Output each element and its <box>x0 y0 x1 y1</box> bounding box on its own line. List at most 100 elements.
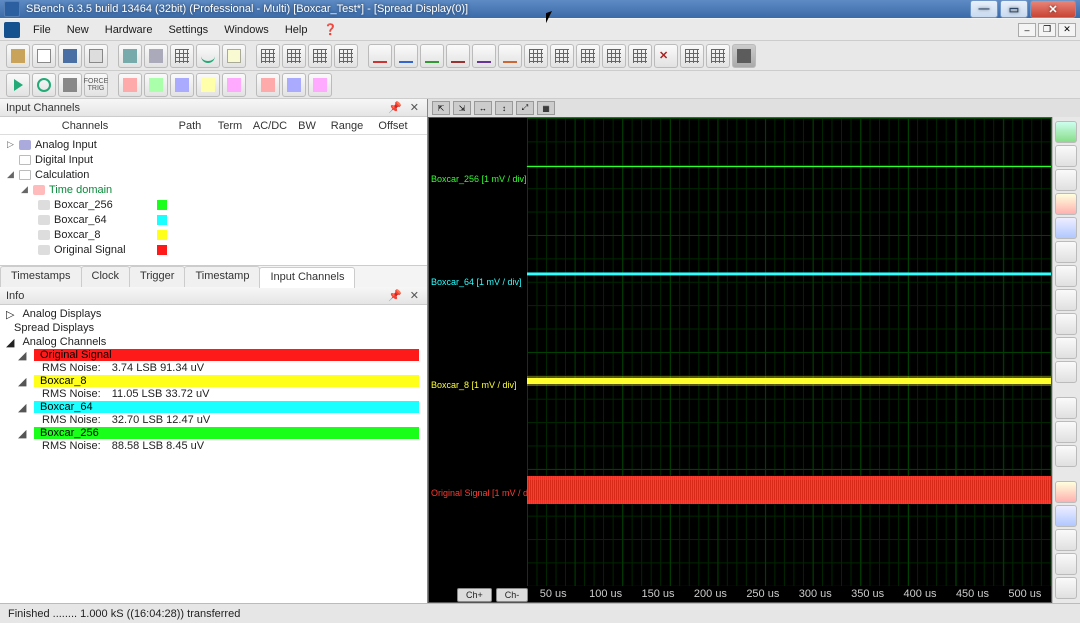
tool-wave3-icon[interactable] <box>420 44 444 68</box>
info-analog-channels[interactable]: ◢Analog Channels <box>0 335 427 349</box>
info-bar-boxcar64[interactable]: ◢Boxcar_64 <box>34 401 419 413</box>
tree-signal-boxcar64[interactable]: Boxcar_64 <box>0 212 427 227</box>
tree-digital-input[interactable]: Digital Input <box>0 152 427 167</box>
tree-signal-boxcar8[interactable]: Boxcar_8 <box>0 227 427 242</box>
tree-calculation[interactable]: ◢Calculation <box>0 167 427 182</box>
tool-delete-icon[interactable]: ✕ <box>654 44 678 68</box>
tool-a2-icon[interactable] <box>144 73 168 97</box>
tool-a1-icon[interactable] <box>118 73 142 97</box>
tool-layout5-icon[interactable] <box>628 44 652 68</box>
rt-measure-icon[interactable] <box>1055 313 1077 335</box>
info-analog-displays[interactable]: ▷Analog Displays <box>0 307 427 321</box>
tool-a3-icon[interactable] <box>170 73 194 97</box>
col-range[interactable]: Range <box>324 120 370 132</box>
tool-layout2-icon[interactable] <box>550 44 574 68</box>
tool-open-icon[interactable] <box>6 44 30 68</box>
rt-cursorB-icon[interactable] <box>1055 217 1077 239</box>
tool-b1-icon[interactable] <box>256 73 280 97</box>
tool-graph3-icon[interactable] <box>308 44 332 68</box>
tab-clock[interactable]: Clock <box>81 266 131 287</box>
tab-timestamp[interactable]: Timestamp <box>184 266 260 287</box>
tool-force-trig-icon[interactable]: FORCETRIG <box>84 73 108 97</box>
maximize-button[interactable] <box>1000 0 1028 18</box>
tool-a5-icon[interactable] <box>222 73 246 97</box>
tool-wave4-icon[interactable] <box>446 44 470 68</box>
mdi-restore[interactable]: ❐ <box>1038 23 1056 37</box>
rt-func-icon[interactable] <box>1055 289 1077 311</box>
tool-new-icon[interactable] <box>32 44 56 68</box>
info-close-icon[interactable]: ✕ <box>408 289 421 302</box>
rt-zoom-icon[interactable] <box>1055 241 1077 263</box>
rt-marker-icon[interactable] <box>1055 265 1077 287</box>
tool-table1-icon[interactable] <box>680 44 704 68</box>
tab-input-channels[interactable]: Input Channels <box>259 267 355 288</box>
panel-close-icon[interactable]: ✕ <box>408 101 421 114</box>
tool-play-icon[interactable] <box>6 73 30 97</box>
tree-signal-boxcar256[interactable]: Boxcar_256 <box>0 197 427 212</box>
rt-fit-icon[interactable] <box>1055 361 1077 383</box>
tool-save-icon[interactable] <box>58 44 82 68</box>
tool-clock-icon[interactable] <box>222 44 246 68</box>
tool-graph4-icon[interactable] <box>334 44 358 68</box>
rt-scale-icon[interactable] <box>1055 337 1077 359</box>
info-pin-icon[interactable]: 📌 <box>386 289 404 302</box>
ch-plus-button[interactable]: Ch+ <box>457 588 492 602</box>
col-acdc[interactable]: AC/DC <box>250 120 290 132</box>
ch-minus-button[interactable]: Ch- <box>496 588 529 602</box>
close-button[interactable] <box>1030 0 1076 18</box>
tool-wave6-icon[interactable] <box>498 44 522 68</box>
rt-misc2-icon[interactable] <box>1055 577 1077 599</box>
mdi-minimize[interactable]: – <box>1018 23 1036 37</box>
tool-trig-icon[interactable] <box>196 44 220 68</box>
tool-wave1-icon[interactable] <box>368 44 392 68</box>
menu-windows[interactable]: Windows <box>217 22 276 38</box>
rt-fitH-icon[interactable] <box>1055 397 1077 419</box>
rt-layout-icon[interactable] <box>1055 169 1077 191</box>
tool-b2-icon[interactable] <box>282 73 306 97</box>
tool-layout4-icon[interactable] <box>602 44 626 68</box>
tree-signal-original[interactable]: Original Signal <box>0 242 427 257</box>
rt-trigA-icon[interactable] <box>1055 481 1077 503</box>
tool-loop-icon[interactable] <box>32 73 56 97</box>
col-path[interactable]: Path <box>170 120 210 132</box>
panel-pin-icon[interactable]: 📌 <box>386 101 404 114</box>
tool-wave2-icon[interactable] <box>394 44 418 68</box>
col-offset[interactable]: Offset <box>370 120 416 132</box>
tree-analog-input[interactable]: ▷Analog Input <box>0 137 427 152</box>
scope-tool1-icon[interactable]: ⇱ <box>432 101 450 115</box>
rt-xy-icon[interactable] <box>1055 145 1077 167</box>
scope-tool2-icon[interactable]: ⇲ <box>453 101 471 115</box>
tab-timestamps[interactable]: Timestamps <box>0 266 82 287</box>
tool-wave5-icon[interactable] <box>472 44 496 68</box>
rt-misc1-icon[interactable] <box>1055 553 1077 575</box>
col-term[interactable]: Term <box>210 120 250 132</box>
scope-tool4-icon[interactable]: ↕ <box>495 101 513 115</box>
scope-display[interactable]: Boxcar_256 [1 mV / div] Boxcar_64 [1 mV … <box>428 117 1052 603</box>
tool-layout1-icon[interactable] <box>524 44 548 68</box>
mdi-close[interactable]: ✕ <box>1058 23 1076 37</box>
tool-cfg-icon[interactable] <box>144 44 168 68</box>
rt-trigX-icon[interactable] <box>1055 529 1077 551</box>
rt-fitAll-icon[interactable] <box>1055 445 1077 467</box>
tool-chan-icon[interactable] <box>170 44 194 68</box>
tree-time-domain[interactable]: ◢Time domain <box>0 182 427 197</box>
rt-cursorA-icon[interactable] <box>1055 193 1077 215</box>
menu-new[interactable]: New <box>60 22 96 38</box>
tab-trigger[interactable]: Trigger <box>129 266 185 287</box>
info-bar-boxcar8[interactable]: ◢Boxcar_8 <box>34 375 419 387</box>
tool-dark-icon[interactable] <box>732 44 756 68</box>
tool-hw-icon[interactable] <box>118 44 142 68</box>
scope-tool5-icon[interactable]: ⤢ <box>516 101 534 115</box>
minimize-button[interactable] <box>970 0 998 18</box>
tool-b3-icon[interactable] <box>308 73 332 97</box>
tool-a4-icon[interactable] <box>196 73 220 97</box>
menu-hardware[interactable]: Hardware <box>98 22 160 38</box>
tool-graph2-icon[interactable] <box>282 44 306 68</box>
tool-layout3-icon[interactable] <box>576 44 600 68</box>
tool-stop-icon[interactable] <box>58 73 82 97</box>
menu-help[interactable]: Help <box>278 22 315 38</box>
info-bar-original[interactable]: ◢Original Signal <box>34 349 419 361</box>
rt-fitV-icon[interactable] <box>1055 421 1077 443</box>
tool-table2-icon[interactable] <box>706 44 730 68</box>
info-bar-boxcar256[interactable]: ◢Boxcar_256 <box>34 427 419 439</box>
